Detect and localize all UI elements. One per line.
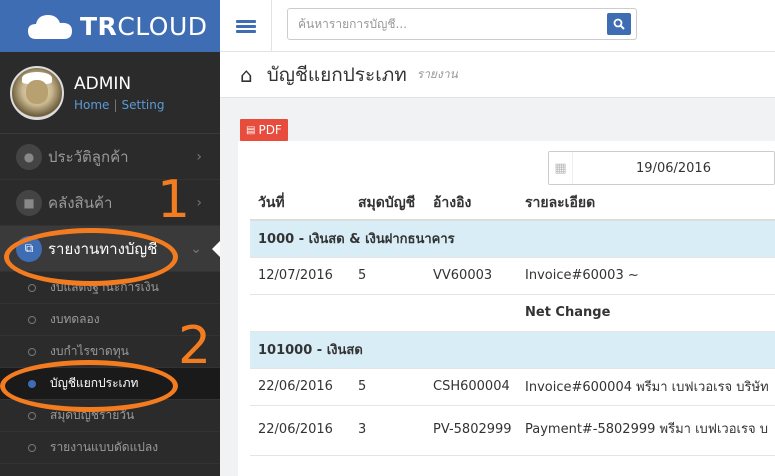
top-bar xyxy=(220,0,775,52)
sidebar-subitem-label: สมุดบัญชีรายวัน xyxy=(50,408,135,422)
bullet-icon xyxy=(28,379,36,388)
search-button[interactable] xyxy=(607,13,631,35)
sidebar-item-label: รายงานทางบัญชี xyxy=(48,239,158,258)
page-subtitle: รายงาน xyxy=(416,67,458,81)
cell-date: 22/06/2016 xyxy=(250,368,350,406)
net-change-row: Net Change xyxy=(250,294,775,332)
ledger-table: วันที่ สมุดบัญชี อ้างอิง รายละเอียด 1000… xyxy=(250,186,775,456)
date-value: 19/06/2016 xyxy=(636,160,711,176)
sidebar-item-label: ประวัติลูกค้า xyxy=(48,147,129,166)
cell-detail: Invoice#60003 ~ xyxy=(517,257,775,295)
col-header-detail[interactable]: รายละเอียด xyxy=(517,186,775,221)
bullet-icon xyxy=(28,443,36,452)
search-input[interactable] xyxy=(288,9,588,39)
setting-link[interactable]: Setting xyxy=(121,98,164,112)
sidebar: TRCLOUD ADMIN Home | Setting ● ประวัติลูกค… xyxy=(0,0,220,476)
calendar-icon: ▦ xyxy=(549,152,573,184)
cell-detail: Invoice#600004 พรีมา เบฟเวอเรจ บริษัท xyxy=(517,368,775,406)
account-group-title: 1000 - เงินสด & เงินฝากธนาคาร xyxy=(250,220,775,258)
page-header: ⌂ บัญชีแยกประเภท รายงาน xyxy=(220,52,775,98)
hamburger-icon xyxy=(235,18,256,35)
bullet-icon xyxy=(28,283,36,292)
bullet-icon xyxy=(28,411,36,420)
chevron-down-icon: ⌄ xyxy=(190,240,202,257)
cell-journal: 5 xyxy=(350,368,425,406)
table-row[interactable]: 12/07/2016 5 VV60003 Invoice#60003 ~ xyxy=(250,257,775,295)
pdf-button[interactable]: ▤ PDF xyxy=(240,119,288,141)
copy-icon: ⧉ xyxy=(16,235,42,262)
avatar[interactable] xyxy=(10,65,64,120)
sidebar-subitem-label: งบทดลอง xyxy=(50,312,100,326)
cell-ref: VV60003 xyxy=(425,257,517,295)
menu-toggle-button[interactable] xyxy=(220,0,272,52)
table-row[interactable]: 22/06/2016 3 PV-5802999 Payment#-5802999… xyxy=(250,405,775,456)
sidebar-subitem-custom-report[interactable]: รายงานแบบดัดแปลง xyxy=(0,432,220,464)
cell-detail: Payment#-5802999 พรีมา เบฟเวอเรจ บ xyxy=(517,405,775,456)
page-title: บัญชีแยกประเภท xyxy=(266,63,407,86)
ledger-panel: ▦ 19/06/2016 วันที่ สมุดบัญชี อ้างอิง รา… xyxy=(238,141,775,476)
col-header-ref[interactable]: อ้างอิง xyxy=(425,186,517,221)
table-row[interactable]: 22/06/2016 5 CSH600004 Invoice#600004 พร… xyxy=(250,368,775,406)
link-separator: | xyxy=(113,97,118,112)
truck-icon: ■ xyxy=(16,189,42,216)
account-group-row: 101000 - เงินสด xyxy=(250,331,775,369)
sidebar-subitem-trial-balance[interactable]: งบทดลอง xyxy=(0,304,220,336)
cell-ref: CSH600004 xyxy=(425,368,517,406)
chevron-right-icon: › xyxy=(196,148,202,165)
home-icon[interactable]: ⌂ xyxy=(240,63,253,87)
search-icon xyxy=(613,18,625,30)
sidebar-subitem-profit-loss[interactable]: งบกำไรขาดทุน xyxy=(0,336,220,368)
bullet-icon xyxy=(28,347,36,356)
search-box xyxy=(287,8,637,40)
pdf-button-label: PDF xyxy=(258,123,282,137)
cloud-logo-icon xyxy=(28,15,72,39)
bullet-icon xyxy=(28,315,36,324)
user-name: ADMIN xyxy=(74,73,132,94)
net-change-label: Net Change xyxy=(517,294,775,332)
cell-date: 22/06/2016 xyxy=(250,405,350,456)
user-profile: ADMIN Home | Setting xyxy=(0,52,220,134)
cell-ref: PV-5802999 xyxy=(425,405,517,456)
sidebar-subitem-balance-sheet[interactable]: งบแสดงฐานะการเงิน xyxy=(0,272,220,304)
brand-name: TRCLOUD xyxy=(80,11,208,41)
sidebar-subitem-label: งบกำไรขาดทุน xyxy=(50,344,129,358)
date-picker[interactable]: ▦ 19/06/2016 xyxy=(548,151,775,185)
account-group-title: 101000 - เงินสด xyxy=(250,331,775,369)
sidebar-item-label: คลังสินค้า xyxy=(48,193,113,212)
brand-header[interactable]: TRCLOUD xyxy=(0,0,220,52)
file-pdf-icon: ▤ xyxy=(246,124,256,136)
sidebar-subitem-label: งบแสดงฐานะการเงิน xyxy=(50,280,159,294)
account-group-row: 1000 - เงินสด & เงินฝากธนาคาร xyxy=(250,220,775,258)
table-header-row: วันที่ สมุดบัญชี อ้างอิง รายละเอียด xyxy=(250,186,775,221)
home-link[interactable]: Home xyxy=(74,98,109,112)
sidebar-item-accounting-reports[interactable]: ⧉ รายงานทางบัญชี ⌄ xyxy=(0,226,220,272)
sidebar-subitem-label: บัญชีแยกประเภท xyxy=(50,376,139,390)
sidebar-subitem-general-ledger[interactable]: บัญชีแยกประเภท xyxy=(0,368,220,400)
sidebar-subitem-journal[interactable]: สมุดบัญชีรายวัน xyxy=(0,400,220,432)
chevron-right-icon: › xyxy=(196,194,202,211)
sidebar-item-customers[interactable]: ● ประวัติลูกค้า › xyxy=(0,134,220,180)
col-header-journal[interactable]: สมุดบัญชี xyxy=(350,186,425,221)
users-icon: ● xyxy=(16,143,42,170)
col-header-date[interactable]: วันที่ xyxy=(250,186,350,221)
sidebar-item-inventory[interactable]: ■ คลังสินค้า › xyxy=(0,180,220,226)
cell-journal: 5 xyxy=(350,257,425,295)
sidebar-subitem-label: รายงานแบบดัดแปลง xyxy=(50,440,159,454)
cell-journal: 3 xyxy=(350,405,425,456)
cell-date: 12/07/2016 xyxy=(250,257,350,295)
